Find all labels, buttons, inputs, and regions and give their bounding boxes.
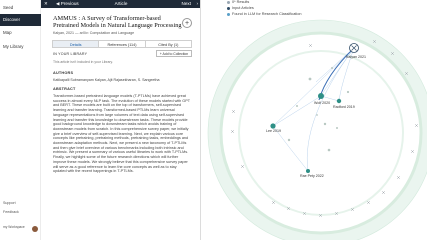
article-panel: ✕ ◀ Previous Article Next › AMMUS : A Su… — [41, 0, 201, 240]
tab-cited-by[interactable]: Cited By (1) — [146, 41, 191, 47]
add-icon[interactable]: + — [182, 18, 192, 28]
authors-heading: AUTHORS — [53, 71, 74, 75]
graph-canvas[interactable]: Kalyan 2021 Wolf 2020 Radford 2019 Lee 2… — [201, 0, 427, 240]
panel-title: Article — [114, 1, 128, 6]
sidebar-item-map[interactable]: Map — [0, 27, 41, 39]
support-link[interactable]: Support — [3, 201, 16, 205]
svg-text:Kalyan 2021: Kalyan 2021 — [346, 55, 366, 59]
sidebar-item-seed[interactable]: Seed — [0, 2, 41, 14]
tab-references[interactable]: References (114) — [99, 41, 146, 47]
sidebar: Seed Discover Map My Library Support Fee… — [0, 0, 41, 240]
authors-list: Katikapalli Subramanyam Kalyan, Ajit Raj… — [53, 78, 160, 82]
workspace-switcher[interactable]: my Workspace — [3, 225, 25, 229]
article-header: ✕ ◀ Previous Article Next › — [41, 0, 200, 8]
article-tabs: Details References (114) Cited By (1) — [52, 40, 192, 48]
article-meta: Kalyan, 2021 — arXiv: Computation and La… — [53, 31, 135, 35]
svg-text:Wolf 2020: Wolf 2020 — [314, 101, 330, 105]
abstract-text: Transformer-based pretrained language mo… — [53, 94, 190, 174]
abstract-heading: ABSTRACT — [53, 87, 76, 91]
chevron-right-icon[interactable]: › — [196, 0, 198, 8]
library-label: IN YOUR LIBRARY — [53, 52, 88, 56]
next-button[interactable]: Next — [182, 0, 191, 8]
svg-text:Radford 2019: Radford 2019 — [333, 105, 355, 109]
sidebar-item-my-library[interactable]: My Library — [0, 41, 41, 53]
svg-text:Rae Pety 2022: Rae Pety 2022 — [300, 174, 324, 178]
inner-ring — [238, 50, 404, 216]
workspace-label: my Workspace — [3, 225, 25, 229]
sidebar-item-discover[interactable]: Discover — [0, 14, 41, 26]
library-note: This article isn't included in your Libr… — [53, 60, 113, 64]
tab-details[interactable]: Details — [53, 41, 100, 47]
article-title: AMMUS : A Survey of Transformer-based Pr… — [53, 15, 182, 30]
citation-graph[interactable]: 0* Results Input Articles Found in LLM f… — [201, 0, 427, 240]
avatar[interactable] — [32, 226, 38, 232]
svg-text:Lee 2019: Lee 2019 — [266, 129, 281, 133]
add-to-collection-button[interactable]: + Add to Collection — [156, 50, 192, 57]
feedback-link[interactable]: Feedback — [3, 210, 19, 214]
